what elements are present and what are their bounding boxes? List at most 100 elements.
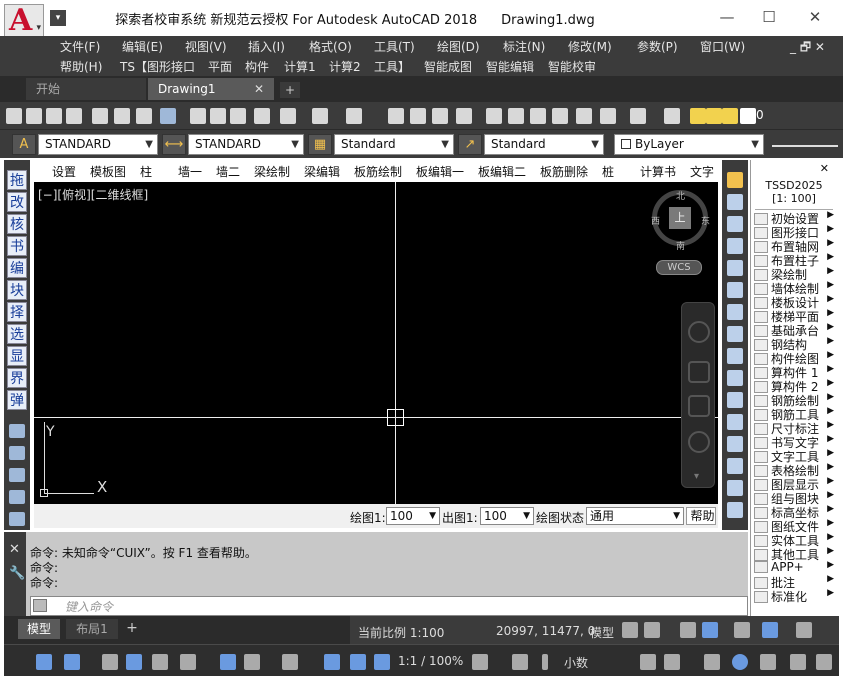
- help-button[interactable]: 帮助: [686, 507, 716, 525]
- save-as-icon[interactable]: [66, 108, 82, 124]
- command-prompt-icon[interactable]: [33, 599, 47, 612]
- panel-item[interactable]: 表格绘制 ▶: [754, 462, 836, 478]
- compass-north[interactable]: 北: [676, 189, 685, 202]
- table-style-combo[interactable]: Standard ▼: [334, 134, 454, 155]
- draw-scale-combo[interactable]: 100 ▼: [386, 507, 440, 525]
- steering-wheel-icon[interactable]: [688, 321, 710, 343]
- menu-view[interactable]: 视图(V): [185, 38, 227, 55]
- plot-preview-icon[interactable]: [114, 108, 130, 124]
- close-command-icon[interactable]: ✕: [9, 542, 20, 557]
- publish-icon[interactable]: [136, 108, 152, 124]
- join-icon[interactable]: [727, 436, 743, 452]
- ribbon-slab-edit1[interactable]: 板编辑一: [416, 163, 464, 180]
- workspace-gear-icon[interactable]: [472, 654, 488, 670]
- panel-item[interactable]: 钢结构 ▶: [754, 336, 836, 352]
- copy-object-icon[interactable]: [727, 194, 743, 210]
- panel-scale[interactable]: [1: 100]: [755, 192, 833, 210]
- orbit-icon[interactable]: [688, 431, 710, 453]
- panel-item[interactable]: APP+ ▶: [754, 560, 836, 574]
- fullscreen-icon[interactable]: [790, 654, 806, 670]
- ribbon-settings[interactable]: 设置: [52, 163, 76, 180]
- menu-modify[interactable]: 修改(M): [568, 38, 612, 55]
- drawing-canvas[interactable]: [34, 182, 718, 504]
- new-tab-button[interactable]: +: [280, 82, 300, 98]
- menu-help[interactable]: 帮助(H): [60, 58, 102, 75]
- close-button[interactable]: ✕: [792, 4, 838, 30]
- paste-icon[interactable]: [230, 108, 246, 124]
- tool-select[interactable]: 选: [7, 324, 27, 344]
- dynamic-input-icon[interactable]: [702, 622, 718, 638]
- mleader-style-icon[interactable]: ↗: [458, 134, 482, 155]
- polyline-icon[interactable]: [9, 468, 25, 482]
- command-window-handle[interactable]: ✕ 🔧: [4, 532, 26, 616]
- panel-item[interactable]: 楼板设计 ▶: [754, 294, 836, 310]
- menu-parametric[interactable]: 参数(P): [637, 38, 678, 55]
- offset-icon[interactable]: [727, 238, 743, 254]
- menu-smart-draw[interactable]: 智能成图: [424, 58, 472, 75]
- compass-west[interactable]: 西: [651, 214, 660, 227]
- panel-item[interactable]: 构件绘图 ▶: [754, 350, 836, 366]
- layer-lock-icon[interactable]: [722, 108, 738, 124]
- help-icon[interactable]: [630, 108, 646, 124]
- coordinates-readout[interactable]: 20997, 11477, 0: [496, 624, 595, 638]
- array-icon[interactable]: [727, 260, 743, 276]
- grid-icon[interactable]: [622, 622, 638, 638]
- annotation-scale-icon[interactable]: [374, 654, 390, 670]
- maximize-button[interactable]: ☐: [746, 4, 792, 30]
- panel-item[interactable]: 钢筋工具 ▶: [754, 406, 836, 422]
- linetype-preview[interactable]: [772, 145, 838, 147]
- object-snap-icon[interactable]: [64, 654, 80, 670]
- menu-window[interactable]: 窗口(W): [700, 38, 745, 55]
- compass-east[interactable]: 东: [701, 214, 710, 227]
- ortho-icon[interactable]: [734, 622, 750, 638]
- line-icon[interactable]: [9, 424, 25, 438]
- zoom-previous-icon[interactable]: [456, 108, 472, 124]
- panel-item[interactable]: 算构件 2 ▶: [754, 378, 836, 394]
- panel-item[interactable]: 梁绘制 ▶: [754, 266, 836, 282]
- menu-tools[interactable]: 工具(T): [374, 38, 415, 55]
- redo-icon[interactable]: [346, 108, 362, 124]
- rotate-icon[interactable]: [727, 304, 743, 320]
- tool-popup[interactable]: 弹: [7, 390, 27, 410]
- isolate-objects-icon[interactable]: [704, 654, 720, 670]
- 3d-osnap-icon[interactable]: [180, 654, 196, 670]
- menu-calc1[interactable]: 计算1: [284, 58, 316, 75]
- clean-screen-icon[interactable]: [760, 654, 776, 670]
- app-logo-button[interactable]: A ▾: [4, 3, 44, 38]
- annotation-visibility-icon[interactable]: [324, 654, 340, 670]
- menu-draw[interactable]: 绘图(D): [437, 38, 480, 55]
- draw-state-combo[interactable]: 通用 ▼: [586, 507, 684, 525]
- lineweight-icon[interactable]: [102, 654, 118, 670]
- panel-item[interactable]: 组与图块 ▶: [754, 490, 836, 506]
- cut-icon[interactable]: [190, 108, 206, 124]
- panel-item[interactable]: 批注 ▶: [754, 574, 836, 590]
- stretch-icon[interactable]: [727, 348, 743, 364]
- dim-style-combo[interactable]: STANDARD ▼: [188, 134, 304, 155]
- zoom-extents-icon[interactable]: [688, 395, 710, 417]
- menu-component[interactable]: 构件: [245, 58, 269, 75]
- ribbon-text[interactable]: 文字: [690, 163, 714, 180]
- ribbon-slab-rebar-delete[interactable]: 板筋删除: [540, 163, 588, 180]
- mleader-style-combo[interactable]: Standard ▼: [484, 134, 604, 155]
- tool-check[interactable]: 核: [7, 214, 27, 234]
- infer-constraints-icon[interactable]: [680, 622, 696, 638]
- explode-icon[interactable]: [727, 502, 743, 518]
- extend-icon[interactable]: [727, 392, 743, 408]
- scale-icon[interactable]: [727, 326, 743, 342]
- output-scale-combo[interactable]: 100 ▼: [480, 507, 534, 525]
- polar-icon[interactable]: [762, 622, 778, 638]
- panel-item[interactable]: 实体工具 ▶: [754, 532, 836, 548]
- tab-close-icon[interactable]: ✕: [254, 78, 264, 100]
- calculator-icon[interactable]: [600, 108, 616, 124]
- fillet-icon[interactable]: [727, 480, 743, 496]
- mirror-icon[interactable]: [727, 216, 743, 232]
- navbar-menu-icon[interactable]: ▾: [694, 471, 699, 482]
- save-icon[interactable]: [46, 108, 62, 124]
- panel-item[interactable]: 书写文字 ▶: [754, 434, 836, 450]
- tool-block[interactable]: 块: [7, 280, 27, 300]
- panel-close-icon[interactable]: ✕: [820, 162, 829, 175]
- command-input[interactable]: 键入命令: [30, 596, 748, 616]
- rectangle-icon[interactable]: [9, 512, 25, 526]
- ribbon-column[interactable]: 柱: [140, 163, 152, 180]
- minimize-button[interactable]: —: [704, 4, 750, 30]
